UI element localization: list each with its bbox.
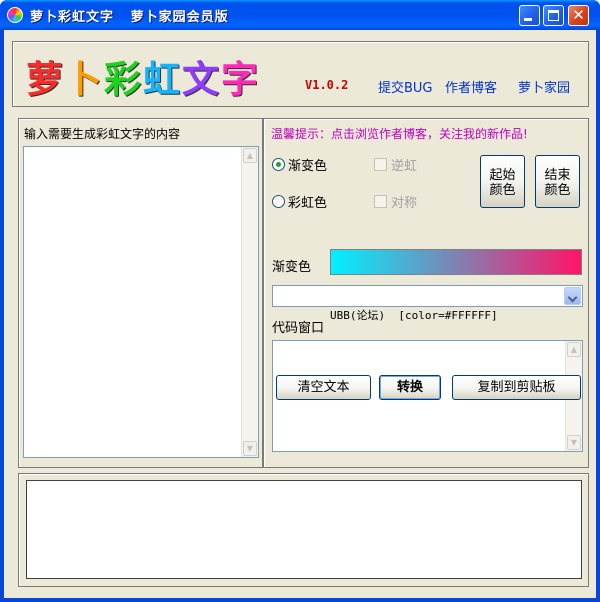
close-button[interactable]: ✕ xyxy=(568,5,589,26)
logo-char: 彩 xyxy=(104,58,143,101)
rainbow-app-icon xyxy=(7,7,23,23)
radio-unchecked-icon[interactable] xyxy=(272,195,285,208)
app-window: 萝卜彩虹文字 萝卜家园会员版 ✕ 萝卜彩虹文字 V1.0.2 提交BUG 作者博… xyxy=(0,0,600,602)
minimize-button[interactable] xyxy=(519,5,540,26)
logo-char: 卜 xyxy=(65,58,104,101)
close-icon: ✕ xyxy=(572,6,585,24)
checkbox-icon[interactable] xyxy=(374,158,387,171)
source-text-input[interactable]: ▲ ▼ xyxy=(23,146,259,458)
gradient-radio[interactable]: 渐变色 xyxy=(272,155,327,174)
start-color-button[interactable]: 起始 颜色 xyxy=(480,155,525,208)
start-color-label-line2: 颜色 xyxy=(489,183,516,198)
home-link[interactable]: 萝卜家园 xyxy=(518,77,570,96)
window-border-right xyxy=(596,30,600,602)
title-bar[interactable]: 萝卜彩虹文字 萝卜家园会员版 ✕ xyxy=(0,0,600,30)
scroll-up-icon[interactable]: ▲ xyxy=(243,148,257,163)
logo-char: 虹 xyxy=(143,58,182,101)
logo-char: 字 xyxy=(221,58,260,101)
scroll-up-icon[interactable]: ▲ xyxy=(567,342,581,357)
rainbow-radio[interactable]: 彩虹色 xyxy=(272,192,327,211)
end-color-label-line2: 颜色 xyxy=(544,183,571,198)
scroll-down-icon[interactable]: ▼ xyxy=(567,435,581,450)
maximize-icon xyxy=(548,10,559,21)
author-blog-link[interactable]: 作者博客 xyxy=(445,77,497,96)
reverse-checkbox[interactable]: 逆虹 xyxy=(374,155,417,174)
submit-bug-link[interactable]: 提交BUG xyxy=(378,77,433,96)
symmetric-checkbox[interactable]: 对称 xyxy=(374,192,417,211)
symmetric-checkbox-label: 对称 xyxy=(391,196,418,211)
gradient-radio-label: 渐变色 xyxy=(288,159,328,174)
minimize-icon xyxy=(524,18,532,21)
format-select[interactable]: UBB(论坛) [color=#FFFFFF] xyxy=(272,285,583,322)
banner-panel: 萝卜彩虹文字 V1.0.2 提交BUG 作者博客 萝卜家园 xyxy=(12,41,589,107)
tip-text: 温馨提示：点击浏览作者博客，关注我的新作品! xyxy=(271,127,528,141)
gradient-preview-label: 渐变色 xyxy=(272,260,312,275)
rainbow-logo: 萝卜彩虹文字 xyxy=(26,49,260,103)
convert-button[interactable]: 转换 xyxy=(379,375,441,400)
code-window-label: 代码窗口 xyxy=(272,321,325,336)
input-label: 输入需要生成彩虹文字的内容 xyxy=(24,127,181,141)
chevron-down-icon[interactable] xyxy=(564,287,581,305)
scroll-down-icon[interactable]: ▼ xyxy=(243,441,257,456)
options-panel: 温馨提示：点击浏览作者博客，关注我的新作品! 渐变色 彩虹色 逆虹 对称 起始 … xyxy=(263,118,589,468)
input-panel: 输入需要生成彩虹文字的内容 ▲ ▼ xyxy=(18,118,263,468)
format-select-value: UBB(论坛) [color=#FFFFFF] xyxy=(329,309,498,322)
copy-to-clipboard-button[interactable]: 复制到剪贴板 xyxy=(452,375,581,400)
end-color-label-line1: 结束 xyxy=(544,168,571,183)
checkbox-icon[interactable] xyxy=(374,195,387,208)
gradient-preview-bar xyxy=(330,249,582,275)
window-client-area: 萝卜彩虹文字 V1.0.2 提交BUG 作者博客 萝卜家园 输入需要生成彩虹文字… xyxy=(4,30,596,598)
input-scrollbar[interactable]: ▲ ▼ xyxy=(241,147,258,457)
end-color-button[interactable]: 结束 颜色 xyxy=(535,155,580,208)
radio-checked-icon[interactable] xyxy=(272,158,285,171)
logo-char: 文 xyxy=(182,58,221,101)
window-title: 萝卜彩虹文字 萝卜家园会员版 xyxy=(30,10,229,25)
clear-text-button[interactable]: 清空文本 xyxy=(276,375,371,400)
maximize-button[interactable] xyxy=(543,5,564,26)
window-border-bottom xyxy=(0,598,600,602)
rainbow-preview-area[interactable] xyxy=(26,480,582,579)
preview-panel xyxy=(18,473,589,587)
version-label: V1.0.2 xyxy=(305,78,349,92)
rainbow-radio-label: 彩虹色 xyxy=(288,196,328,211)
start-color-label-line1: 起始 xyxy=(489,168,516,183)
logo-char: 萝 xyxy=(26,58,65,101)
reverse-checkbox-label: 逆虹 xyxy=(391,159,418,174)
